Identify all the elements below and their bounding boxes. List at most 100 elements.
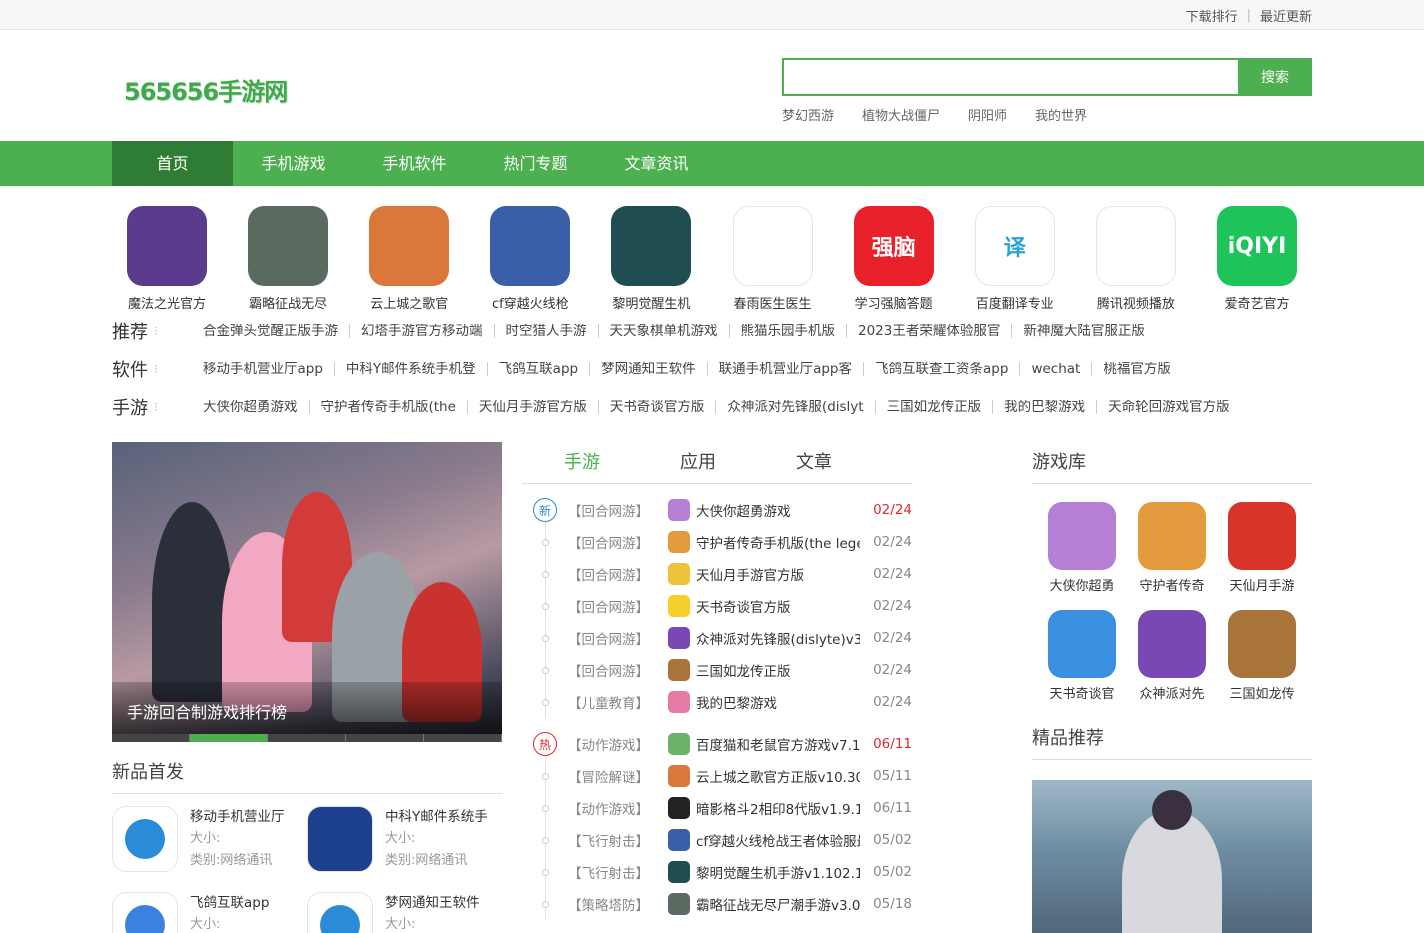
app-tile[interactable]: cf穿越火线枪 [475,206,585,312]
nav-hot-topics[interactable]: 热门专题 [475,141,596,186]
news-category[interactable]: 【动作游戏】 [568,734,668,754]
tag-link[interactable]: 三国如龙传正版 [876,400,994,414]
news-title[interactable]: 天仙月手游官方版 [696,564,860,584]
tag-link[interactable]: 天仙月手游官方版 [468,400,599,414]
tag-link[interactable]: 新神魔大陆官服正版 [1012,324,1156,338]
tag-link[interactable]: 幻塔手游官方移动端 [350,324,495,338]
tab-apps[interactable]: 应用 [680,442,796,483]
tag-link[interactable]: 桃福官方版 [1092,362,1182,376]
nav-mobile-software[interactable]: 手机软件 [354,141,475,186]
app-tile[interactable]: 霸略征战无尽 [233,206,343,312]
indicator-active[interactable] [190,734,268,742]
download-rank-link[interactable]: 下载排行 [1186,6,1238,25]
news-category[interactable]: 【冒险解谜】 [568,766,668,786]
news-title[interactable]: 大侠你超勇游戏 [696,500,860,520]
tag-link[interactable]: 飞鸽互联查工资条app [864,362,1021,376]
tag-link[interactable]: 众神派对先锋服(dislyt [716,400,876,414]
news-title[interactable]: 暗影格斗2相印8代版v1.9.13 安卓版 [696,798,860,818]
indicator[interactable] [424,734,502,742]
news-category[interactable]: 【回合网游】 [568,500,668,520]
tag-link[interactable]: 梦网通知王软件 [590,362,708,376]
news-item[interactable]: 【冒险解谜】 云上城之歌官方正版v10.30 安卓版 05/11 [522,760,912,792]
news-title[interactable]: 黎明觉醒生机手游v1.102.1 安卓最新版本 [696,862,860,882]
new-release-item[interactable]: 飞鸽互联app大小:类别: [112,892,307,933]
news-item[interactable]: 新【回合网游】 大侠你超勇游戏 02/24 [522,494,912,526]
tag-link[interactable]: 2023王者荣耀体验服官 [847,324,1013,338]
banner-carousel[interactable]: 手游回合制游戏排行榜 [112,442,502,742]
news-title[interactable]: 霸略征战无尽尸潮手游v3.0.2 安卓版 [696,894,860,914]
nav-home[interactable]: 首页 [112,141,233,186]
game-library-item[interactable]: 三国如龙传 [1217,610,1307,702]
news-title[interactable]: 众神派对先锋服(dislyte)v3.4.0.820 安卓版 [696,628,860,648]
news-title[interactable]: 我的巴黎游戏 [696,692,860,712]
news-category[interactable]: 【回合网游】 [568,596,668,616]
tab-games[interactable]: 手游 [564,442,680,483]
featured-image[interactable] [1032,780,1312,933]
tag-link[interactable]: wechat [1020,362,1093,376]
news-item[interactable]: 【回合网游】 三国如龙传正版 02/24 [522,654,912,686]
news-item[interactable]: 【策略塔防】 霸略征战无尽尸潮手游v3.0.2 安卓版 05/18 [522,888,912,920]
tag-link[interactable]: 时空猎人手游 [495,324,599,338]
tag-link[interactable]: 天书奇谈官方版 [599,400,717,414]
tab-articles[interactable]: 文章 [796,442,912,483]
news-category[interactable]: 【动作游戏】 [568,798,668,818]
app-tile[interactable]: 春雨医生医生 [718,206,828,312]
news-item[interactable]: 【回合网游】 众神派对先锋服(dislyte)v3.4.0.820 安卓版 02/2… [522,622,912,654]
tag-link[interactable]: 天命轮回游戏官方版 [1097,400,1241,414]
search-button[interactable]: 搜索 [1238,58,1312,96]
news-category[interactable]: 【回合网游】 [568,564,668,584]
new-release-item[interactable]: 移动手机营业厅 大小: 类别:网络通讯 [112,806,307,876]
tag-link[interactable]: 守护者传奇手机版(the [310,400,468,414]
indicator[interactable] [112,734,190,742]
tag-link[interactable]: 联通手机营业厅app客 [708,362,865,376]
new-release-name[interactable]: 梦网通知王软件 [385,892,480,914]
hotword-link[interactable]: 我的世界 [1035,105,1087,124]
news-title[interactable]: 三国如龙传正版 [696,660,860,680]
news-category[interactable]: 【飞行射击】 [568,862,668,882]
app-tile[interactable]: 译百度翻译专业 [960,206,1070,312]
news-item[interactable]: 【回合网游】 天书奇谈官方版 02/24 [522,590,912,622]
tag-link[interactable]: 我的巴黎游戏 [993,400,1098,414]
news-item[interactable]: 【飞行射击】 黎明觉醒生机手游v1.102.1 安卓最新版本 05/02 [522,856,912,888]
tag-link[interactable]: 天天象棋单机游戏 [599,324,730,338]
news-title[interactable]: cf穿越火线枪战王者体验服最新版 [696,830,860,850]
news-item[interactable]: 【回合网游】 天仙月手游官方版 02/24 [522,558,912,590]
hotword-link[interactable]: 阴阳师 [968,105,1007,124]
new-release-name[interactable]: 飞鸽互联app [190,892,269,914]
news-category[interactable]: 【飞行射击】 [568,830,668,850]
game-library-item[interactable]: 天仙月手游 [1217,502,1307,594]
tag-link[interactable]: 熊猫乐园手机版 [730,324,847,338]
news-title[interactable]: 百度猫和老鼠官方游戏v7.15.0 安卓版 [696,734,860,754]
tag-link[interactable]: 移动手机营业厅app [192,362,335,376]
app-tile[interactable]: 黎明觉醒生机 [596,206,706,312]
indicator[interactable] [346,734,424,742]
site-logo[interactable]: 565656手游网 [124,72,288,107]
indicator[interactable] [268,734,346,742]
banner-caption[interactable]: 手游回合制游戏排行榜 [112,682,502,742]
news-item[interactable]: 【飞行射击】 cf穿越火线枪战王者体验服最新版 05/02 [522,824,912,856]
news-category[interactable]: 【回合网游】 [568,660,668,680]
app-tile[interactable]: iQIYI 爱奇艺官方 [1202,206,1312,312]
app-tile[interactable]: 腾讯视频播放 [1081,206,1191,312]
news-title[interactable]: 天书奇谈官方版 [696,596,860,616]
recent-update-link[interactable]: 最近更新 [1260,6,1312,25]
news-category[interactable]: 【策略塔防】 [568,894,668,914]
tag-link[interactable]: 中科Y邮件系统手机登 [335,362,488,376]
nav-mobile-games[interactable]: 手机游戏 [233,141,354,186]
app-tile[interactable]: 云上城之歌官 [354,206,464,312]
tag-link[interactable]: 飞鸽互联app [488,362,591,376]
game-library-item[interactable]: 守护者传奇 [1127,502,1217,594]
app-tile[interactable]: 魔法之光官方 [112,206,222,312]
game-library-item[interactable]: 天书奇谈官 [1037,610,1127,702]
news-category[interactable]: 【回合网游】 [568,628,668,648]
search-input[interactable] [782,58,1238,96]
new-release-item[interactable]: 中科Y邮件系统手 大小: 类别:网络通讯 [307,806,502,876]
news-category[interactable]: 【回合网游】 [568,532,668,552]
news-item[interactable]: 【儿童教育】 我的巴黎游戏 02/24 [522,686,912,718]
tag-link[interactable]: 合金弹头觉醒正版手游 [192,324,350,338]
new-release-name[interactable]: 移动手机营业厅 [190,806,285,828]
game-library-item[interactable]: 大侠你超勇 [1037,502,1127,594]
new-release-name[interactable]: 中科Y邮件系统手 [385,806,488,828]
news-title[interactable]: 守护者传奇手机版(the legends of [696,532,860,552]
app-tile[interactable]: 强脑 学习强脑答题 [839,206,949,312]
